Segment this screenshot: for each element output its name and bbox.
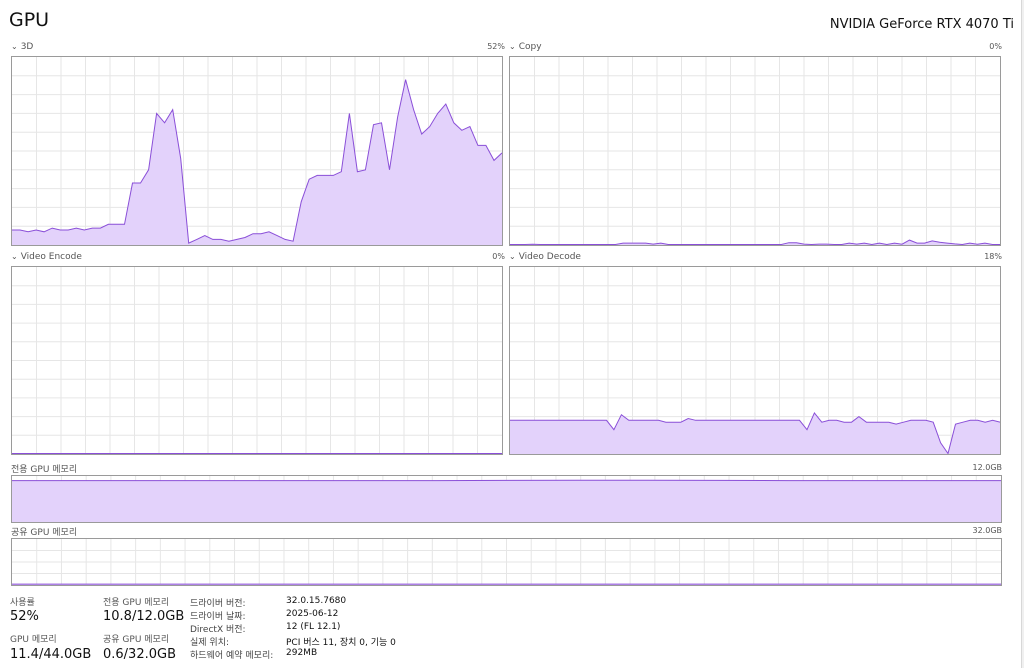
chevron-down-icon: ⌄ [509,42,516,51]
shared-memory-max: 32.0GB [972,526,1003,535]
graph-plot [12,267,502,454]
panel-encode-selector[interactable]: ⌄ Video Encode [11,252,82,262]
usage-label: 사용률 [10,598,35,608]
graph-shared-memory [11,538,1002,586]
info-value: 32.0.15.7680 [286,596,347,606]
panel-encode-label: Video Encode [20,252,82,262]
info-label: 하드웨어 예약 메모리: [190,651,274,661]
page-title: GPU [9,9,50,31]
shared-stat-label: 공유 GPU 메모리 [103,635,170,645]
dedicated-memory-label: 전용 GPU 메모리 [11,465,78,475]
panel-decode-value: 18% [984,252,1002,261]
panel-decode-selector[interactable]: ⌄ Video Decode [509,252,581,262]
panel-3d-label: 3D [20,42,34,52]
gpu-device-name: NVIDIA GeForce RTX 4070 Ti [829,17,1014,32]
graph-plot [12,57,502,245]
graph-plot [12,476,1001,522]
stats-panel: 사용률 52% GPU 메모리 11.4/44.0GB 전용 GPU 메모리 1… [0,592,1024,668]
panel-encode-value: 0% [492,252,505,261]
info-label: 드라이버 버전: [190,599,246,609]
shared-stat-value: 0.6/32.0GB [103,647,176,662]
chevron-down-icon: ⌄ [11,42,18,51]
shared-memory-label: 공유 GPU 메모리 [11,528,78,538]
panel-3d-selector[interactable]: ⌄ 3D [11,42,33,52]
series-area [12,480,1001,522]
graph-video-decode [509,266,1001,455]
panel-decode-label: Video Decode [518,252,581,262]
graph-plot [12,539,1001,585]
graph-dedicated-memory [11,475,1002,523]
panel-copy-selector[interactable]: ⌄ Copy [509,42,542,52]
info-label: DirectX 버전: [190,625,246,635]
dedicated-stat-value: 10.8/12.0GB [103,609,185,624]
gpu-memory-label: GPU 메모리 [10,635,57,645]
gpu-memory-value: 11.4/44.0GB [10,647,92,662]
info-label: 실제 위치: [190,638,230,648]
panel-copy-value: 0% [989,42,1002,51]
info-value: PCI 버스 11, 장치 0, 기능 0 [286,638,396,648]
graph-plot [510,267,1000,454]
dedicated-stat-label: 전용 GPU 메모리 [103,598,170,608]
chevron-down-icon: ⌄ [11,252,18,261]
graph-video-encode [11,266,503,455]
dedicated-memory-max: 12.0GB [972,463,1003,472]
graph-copy [509,56,1001,246]
graph-plot [510,57,1000,245]
chevron-down-icon: ⌄ [509,252,516,261]
info-value: 12 (FL 12.1) [286,622,341,632]
usage-value: 52% [10,609,39,624]
panel-3d-value: 52% [487,42,505,51]
info-value: 2025-06-12 [286,609,339,619]
graph-3d [11,56,503,246]
info-value: 292MB [286,648,318,658]
info-label: 드라이버 날짜: [190,612,246,622]
panel-copy-label: Copy [518,42,542,52]
